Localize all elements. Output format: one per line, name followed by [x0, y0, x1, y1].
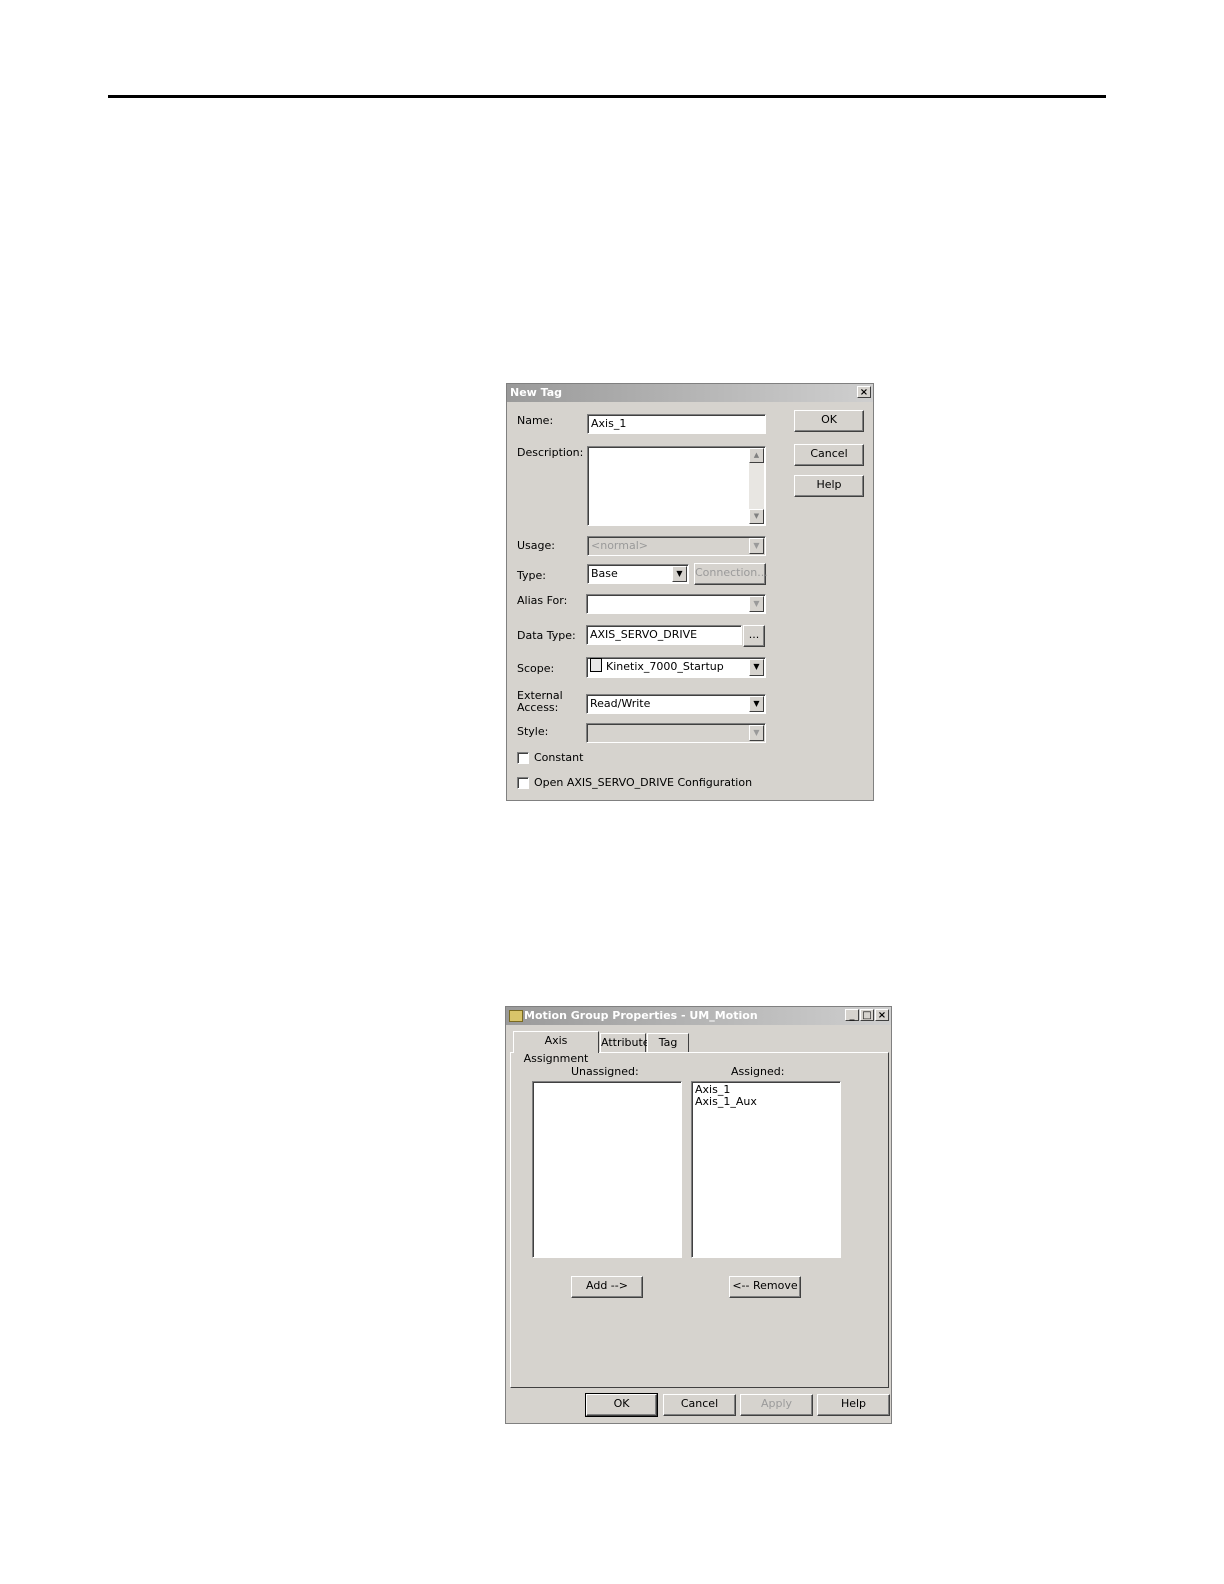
- description-field[interactable]: ▲ ▼: [587, 446, 766, 526]
- data-type-field[interactable]: AXIS_SERVO_DRIVE: [586, 625, 742, 645]
- tab-attribute[interactable]: Attribute: [600, 1033, 650, 1053]
- type-label: Type:: [517, 569, 546, 582]
- help-button[interactable]: Help: [817, 1394, 890, 1416]
- open-config-label: Open AXIS_SERVO_DRIVE Configuration: [534, 776, 753, 789]
- chevron-down-icon[interactable]: ▼: [749, 696, 764, 712]
- alias-for-label: Alias For:: [517, 594, 568, 607]
- list-item[interactable]: Axis_1_Aux: [695, 1096, 837, 1108]
- new-tag-title: New Tag: [510, 386, 563, 399]
- data-type-label: Data Type:: [517, 629, 576, 642]
- description-label: Description:: [517, 446, 584, 459]
- connection-button: Connection...: [694, 563, 768, 585]
- scope-select[interactable]: Kinetix_7000_Startup ▼: [586, 657, 766, 678]
- ok-button[interactable]: OK: [794, 410, 864, 432]
- cancel-button[interactable]: Cancel: [794, 444, 864, 466]
- open-config-checkbox[interactable]: [517, 777, 529, 789]
- add-button[interactable]: Add -->: [571, 1276, 643, 1298]
- ok-button[interactable]: OK: [585, 1393, 658, 1417]
- name-field[interactable]: Axis_1: [587, 414, 766, 434]
- alias-for-select[interactable]: ▼: [586, 594, 766, 614]
- usage-select: <normal> ▼: [587, 536, 766, 556]
- scope-label: Scope:: [517, 662, 555, 675]
- scroll-down-icon[interactable]: ▼: [749, 509, 764, 524]
- scroll-up-icon[interactable]: ▲: [749, 448, 764, 463]
- type-value: Base: [591, 567, 618, 580]
- axis-assignment-panel: Unassigned: Assigned: Axis_1 Axis_1_Aux …: [510, 1052, 889, 1388]
- minimize-icon[interactable]: _: [845, 1009, 859, 1021]
- usage-label: Usage:: [517, 539, 555, 552]
- controller-icon: [590, 658, 602, 672]
- style-select: ▼: [586, 723, 766, 743]
- external-access-select[interactable]: Read/Write ▼: [586, 694, 766, 714]
- assigned-label: Assigned:: [731, 1065, 785, 1078]
- external-access-value: Read/Write: [590, 697, 651, 710]
- page-top-rule: [108, 95, 1106, 98]
- cancel-button[interactable]: Cancel: [663, 1394, 736, 1416]
- unassigned-listbox[interactable]: [532, 1081, 682, 1258]
- new-tag-dialog: New Tag × Name: Axis_1 Description: ▲ ▼ …: [506, 383, 874, 801]
- type-select[interactable]: Base ▼: [587, 564, 689, 584]
- description-scrollbar[interactable]: ▲ ▼: [749, 448, 764, 524]
- new-tag-titlebar[interactable]: New Tag ×: [507, 384, 873, 402]
- usage-value: <normal>: [591, 539, 648, 552]
- motion-group-titlebar[interactable]: Motion Group Properties - UM_Motion _ □ …: [506, 1007, 891, 1025]
- remove-button[interactable]: <-- Remove: [729, 1276, 801, 1298]
- help-button[interactable]: Help: [794, 475, 864, 497]
- external-access-label: External Access:: [517, 689, 563, 714]
- assigned-listbox[interactable]: Axis_1 Axis_1_Aux: [691, 1081, 841, 1258]
- chevron-down-icon[interactable]: ▼: [749, 596, 764, 612]
- name-label: Name:: [517, 414, 554, 427]
- chevron-down-icon[interactable]: ▼: [672, 566, 687, 582]
- tab-tag[interactable]: Tag: [647, 1033, 689, 1053]
- scope-value: Kinetix_7000_Startup: [606, 660, 724, 673]
- folder-icon: [509, 1010, 523, 1022]
- close-icon[interactable]: ×: [875, 1009, 889, 1021]
- constant-checkbox[interactable]: [517, 752, 529, 764]
- style-label: Style:: [517, 725, 549, 738]
- data-type-browse-button[interactable]: ...: [743, 625, 765, 647]
- motion-group-dialog: Motion Group Properties - UM_Motion _ □ …: [505, 1006, 892, 1424]
- tab-axis-assignment[interactable]: Axis Assignment: [513, 1031, 599, 1065]
- apply-button: Apply: [740, 1394, 813, 1416]
- chevron-down-icon: ▼: [749, 538, 764, 554]
- motion-group-title: Motion Group Properties - UM_Motion: [524, 1009, 758, 1022]
- constant-label: Constant: [534, 751, 584, 764]
- close-icon[interactable]: ×: [857, 386, 871, 398]
- chevron-down-icon: ▼: [749, 725, 764, 741]
- maximize-icon[interactable]: □: [860, 1009, 874, 1021]
- chevron-down-icon[interactable]: ▼: [749, 659, 764, 676]
